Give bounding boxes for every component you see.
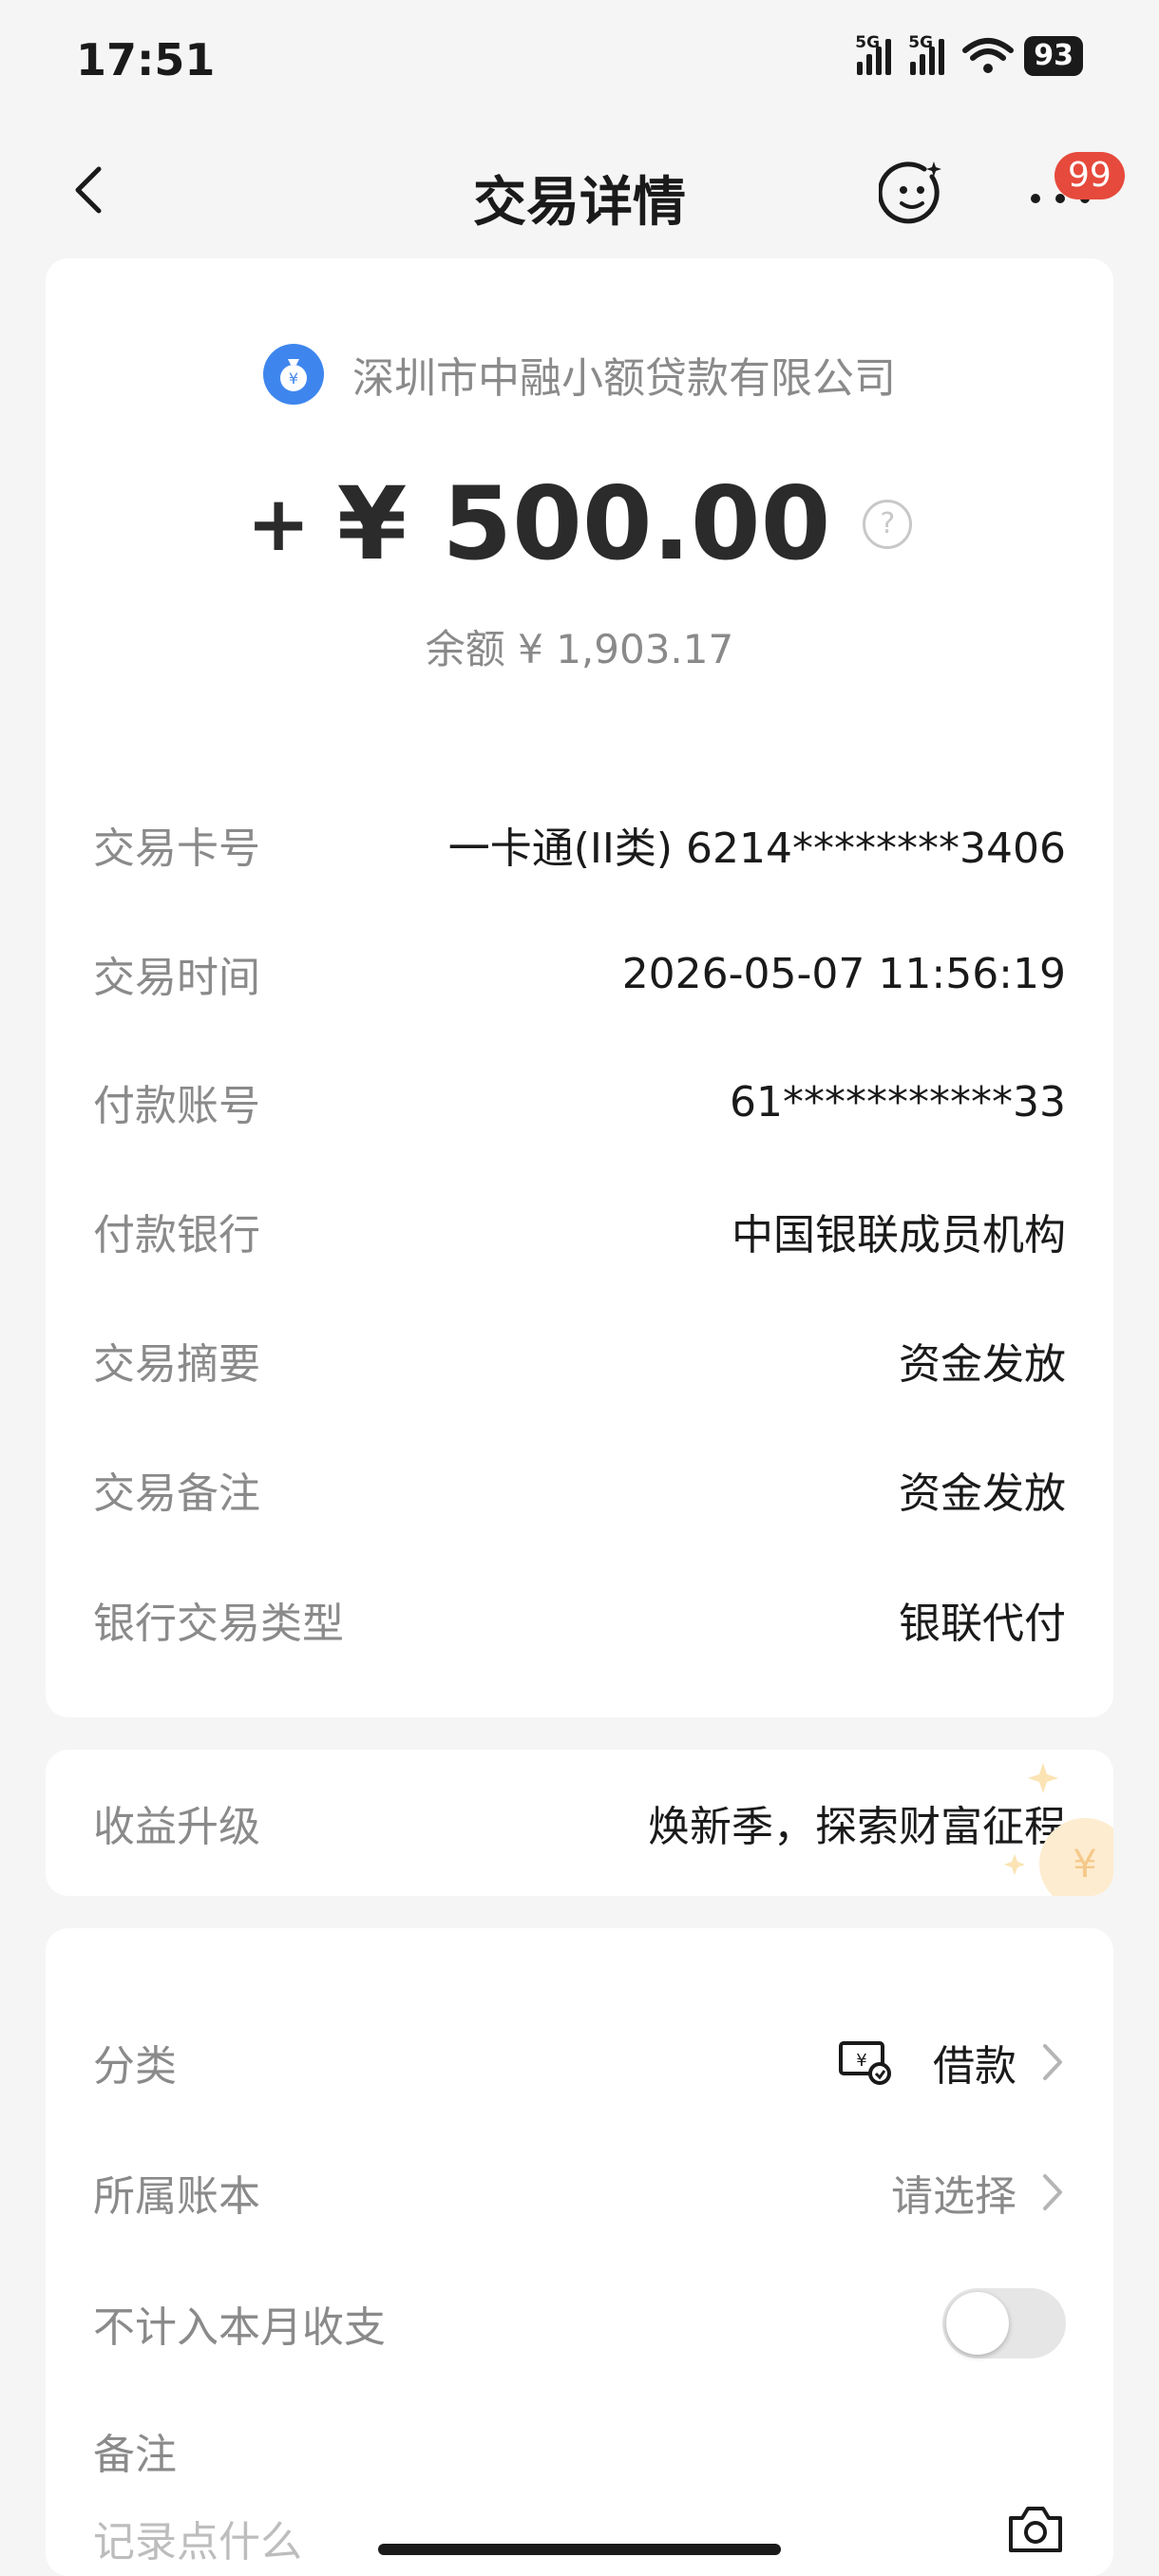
- detail-value: 资金发放: [899, 1469, 1066, 1518]
- detail-label: 交易卡号: [93, 824, 260, 873]
- transaction-card: ¥ 深圳市中融小额贷款有限公司 + ¥ 500.00 ? 余额 ¥ 1,903.…: [46, 258, 1113, 1717]
- network-type-label: 5G: [855, 33, 881, 52]
- more-button[interactable]: 99: [1021, 152, 1125, 218]
- chevron-right-icon: [1043, 2044, 1062, 2080]
- merchant-name: 深圳市中融小额贷款有限公司: [352, 354, 896, 403]
- ledger-row[interactable]: 所属账本 请选择: [93, 2150, 1066, 2235]
- note-label: 备注: [93, 2431, 177, 2479]
- detail-value: 61***********33: [730, 1077, 1066, 1127]
- exclude-row: 不计入本月收支: [93, 2281, 1066, 2366]
- battery-indicator: 93: [1024, 36, 1083, 76]
- detail-value: 银联代付: [899, 1600, 1066, 1648]
- exclude-label: 不计入本月收支: [93, 2303, 386, 2352]
- money-bag-icon: ¥: [263, 344, 324, 405]
- detail-label: 付款银行: [93, 1211, 260, 1260]
- detail-label: 交易摘要: [93, 1340, 260, 1389]
- toggle-knob: [946, 2292, 1009, 2355]
- detail-value: 资金发放: [899, 1340, 1066, 1389]
- detail-row-time: 交易时间 2026-05-07 11:56:19: [93, 936, 1066, 1012]
- help-icon[interactable]: ?: [863, 499, 913, 549]
- detail-row-bank-type: 银行交易类型 银联代付: [93, 1582, 1066, 1657]
- note-input[interactable]: 记录点什么: [93, 2508, 302, 2568]
- detail-row-card-number: 交易卡号 一卡通(II类) 6214********3406: [93, 806, 1066, 882]
- ledger-value: 请选择: [891, 2172, 1016, 2221]
- promo-label: 收益升级: [93, 1803, 260, 1851]
- detail-row-payer-account: 付款账号 61***********33: [93, 1064, 1066, 1140]
- detail-row-summary: 交易摘要 资金发放: [93, 1322, 1066, 1398]
- detail-row-remark: 交易备注 资金发放: [93, 1451, 1066, 1527]
- promo-row: 收益升级 焕新季，探索财富征程: [93, 1785, 1066, 1861]
- chevron-right-icon: [1043, 2174, 1062, 2210]
- category-value: 借款: [933, 2042, 1016, 2091]
- signal-icon: 5G: [908, 33, 945, 75]
- svg-text:¥: ¥: [856, 2051, 866, 2071]
- exclude-toggle[interactable]: [942, 2288, 1066, 2358]
- detail-value: 2026-05-07 11:56:19: [621, 949, 1066, 998]
- amount-row: + ¥ 500.00 ?: [46, 465, 1113, 582]
- detail-label: 付款账号: [93, 1082, 260, 1130]
- home-indicator[interactable]: [378, 2544, 781, 2555]
- wifi-icon: [962, 38, 1015, 73]
- merchant-row: ¥ 深圳市中融小额贷款有限公司: [46, 344, 1113, 405]
- svg-text:¥: ¥: [1073, 1843, 1096, 1886]
- back-icon[interactable]: [66, 161, 114, 218]
- note-row: 备注: [93, 2408, 1066, 2493]
- category-row[interactable]: 分类 ¥ 借款: [93, 2019, 1066, 2105]
- svg-text:¥: ¥: [289, 369, 298, 388]
- detail-label: 银行交易类型: [93, 1600, 344, 1648]
- status-icons: 5G 5G 93: [855, 33, 1083, 76]
- detail-label: 交易备注: [93, 1469, 260, 1518]
- detail-value: 一卡通(II类) 6214********3406: [447, 824, 1066, 873]
- category-label: 分类: [93, 2042, 177, 2091]
- detail-label: 交易时间: [93, 954, 260, 1002]
- settings-card: 分类 ¥ 借款 所属账本 请选择 不计入本月收支 备注 记录点什么: [46, 1928, 1113, 2576]
- camera-icon[interactable]: [1005, 2503, 1066, 2556]
- amount-sign: +: [246, 480, 311, 568]
- network-type-label: 5G: [908, 33, 934, 52]
- detail-value: 中国银联成员机构: [732, 1211, 1066, 1260]
- navbar: 交易详情 99: [0, 133, 1159, 247]
- transaction-amount: ¥ 500.00: [336, 465, 831, 582]
- page-title: 交易详情: [473, 172, 686, 234]
- ledger-label: 所属账本: [93, 2172, 260, 2221]
- sparkle-coin-icon: ¥: [1004, 1763, 1113, 1896]
- loan-category-icon: ¥: [839, 2041, 891, 2085]
- assistant-face-icon[interactable]: [879, 160, 945, 226]
- signal-icon: 5G: [855, 33, 892, 75]
- status-bar: 17:51 5G 5G 93: [0, 0, 1159, 119]
- balance-text: 余额 ¥ 1,903.17: [425, 626, 734, 672]
- notification-badge: 99: [1054, 152, 1125, 199]
- status-time: 17:51: [76, 34, 216, 85]
- detail-row-payer-bank: 付款银行 中国银联成员机构: [93, 1193, 1066, 1269]
- promo-card[interactable]: 收益升级 焕新季，探索财富征程 ¥: [46, 1750, 1113, 1896]
